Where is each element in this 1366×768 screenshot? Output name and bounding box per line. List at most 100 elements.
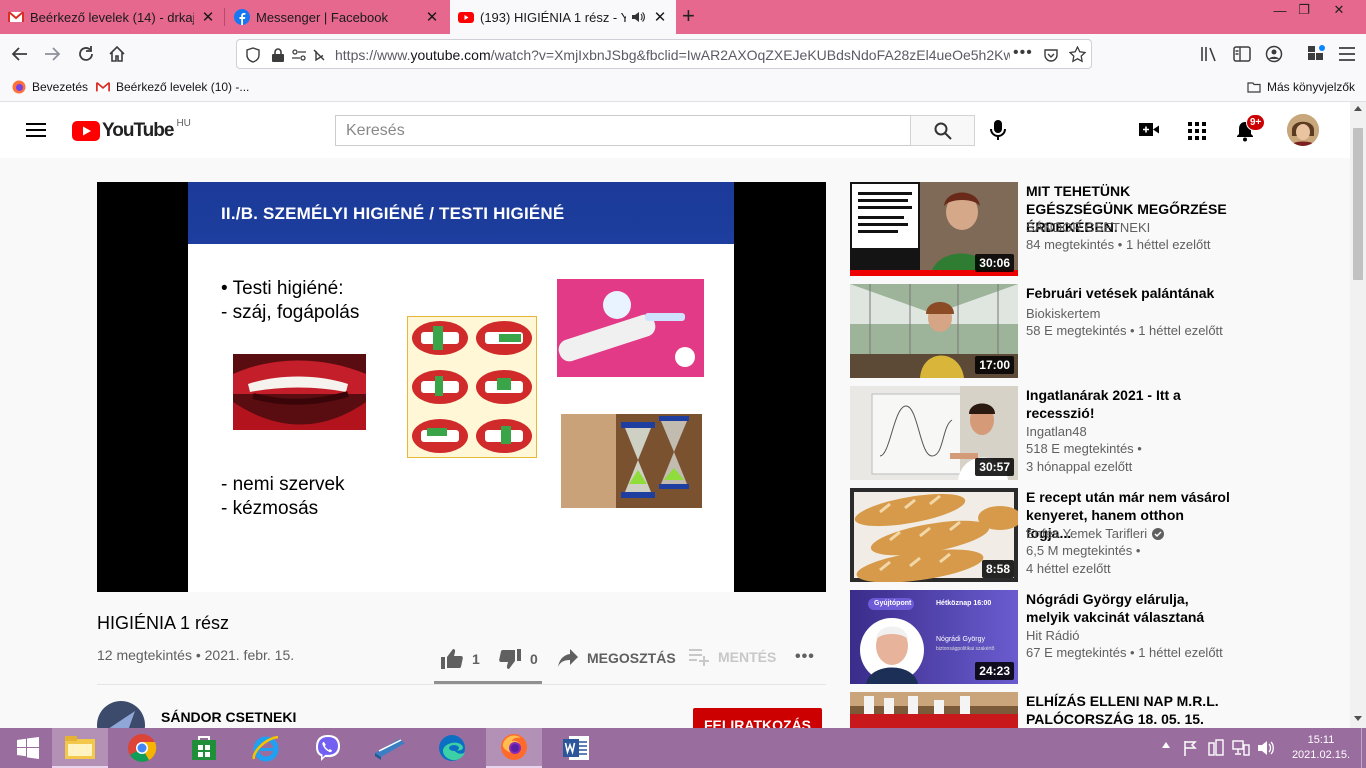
create-video-icon[interactable] <box>1139 122 1159 137</box>
recommendation-title[interactable]: Ingatlanárak 2021 - Itt a recesszió! <box>1026 386 1232 422</box>
channel-avatar[interactable] <box>97 701 145 728</box>
tab-messenger[interactable]: Messenger | Facebook ✕ <box>226 0 448 34</box>
autoplay-blocked-icon[interactable] <box>311 47 327 63</box>
account-icon[interactable] <box>1265 45 1283 63</box>
channel-name[interactable]: SÁNDOR CSETNEKI <box>161 709 296 725</box>
scroll-down-arrow-icon[interactable] <box>1354 716 1362 721</box>
restore-icon[interactable]: ❐ <box>1290 0 1318 20</box>
network-icon[interactable] <box>1232 740 1250 756</box>
home-button[interactable] <box>101 38 133 70</box>
extensions-icon[interactable] <box>1306 44 1326 64</box>
taskbar-word[interactable] <box>548 728 604 768</box>
lock-icon[interactable] <box>271 47 285 63</box>
video-thumbnail[interactable]: 17:00 <box>850 284 1018 378</box>
recommendation-title[interactable]: Februári vetések palántának <box>1026 284 1232 302</box>
video-thumbnail[interactable] <box>850 692 1018 728</box>
taskbar-viber[interactable] <box>300 728 356 768</box>
taskbar-edge[interactable] <box>424 728 480 768</box>
video-thumbnail[interactable]: Gyújtópont Hétköznap 16:00 Nógrádi Györg… <box>850 590 1018 684</box>
taskbar-file-explorer[interactable] <box>52 728 108 768</box>
taskbar-internet-explorer[interactable] <box>238 728 294 768</box>
guide-menu-icon[interactable] <box>26 123 46 137</box>
page-actions-icon[interactable]: ••• <box>1013 44 1033 62</box>
reload-button[interactable] <box>70 38 102 70</box>
avatar[interactable] <box>1287 114 1319 146</box>
search-button[interactable] <box>910 115 975 146</box>
sidebar-icon[interactable] <box>1233 46 1251 62</box>
video-thumbnail[interactable]: 8:58 <box>850 488 1018 582</box>
menu-hamburger-icon[interactable] <box>1338 46 1356 62</box>
url-text[interactable]: https://www.youtube.com/watch?v=XmjIxbnJ… <box>335 47 1010 63</box>
browser-tab-strip: Beérkező levelek (14) - drkajtor ✕ Messe… <box>0 0 1366 34</box>
bookmark-star-icon[interactable] <box>1069 46 1086 63</box>
forward-arrow-icon <box>45 47 61 61</box>
back-button[interactable] <box>4 38 36 70</box>
other-bookmarks[interactable]: Más könyvjelzők <box>1247 80 1355 94</box>
like-button[interactable]: 1 <box>440 648 480 670</box>
folder-icon <box>1247 82 1261 93</box>
recommendation-item[interactable]: ELHÍZÁS ELLENI NAP M.R.L. PALÓCORSZÁG 18… <box>850 692 1350 728</box>
share-button[interactable]: MEGOSZTÁS <box>557 648 676 668</box>
recommendation-meta: 4 héttel ezelőtt <box>1026 561 1111 576</box>
device-icon[interactable] <box>1208 739 1224 757</box>
system-clock[interactable]: 15:11 2021.02.15. <box>1288 733 1354 763</box>
shield-icon[interactable] <box>245 47 261 63</box>
action-flag-icon[interactable] <box>1183 740 1197 756</box>
scrollbar-thumb[interactable] <box>1353 128 1363 280</box>
start-button[interactable] <box>0 728 56 768</box>
other-bookmarks-label: Más könyvjelzők <box>1267 80 1356 94</box>
youtube-logo[interactable]: YouTube HU <box>72 118 191 142</box>
recommendation-channel[interactable]: Biokiskertem <box>1026 306 1100 321</box>
show-desktop-button[interactable] <box>1361 728 1366 768</box>
dislike-button[interactable]: 0 <box>498 648 538 670</box>
speaker-icon[interactable] <box>630 9 646 25</box>
recommendation-title[interactable]: ELHÍZÁS ELLENI NAP M.R.L. PALÓCORSZÁG 18… <box>1026 692 1232 728</box>
video-thumbnail[interactable]: 30:06 <box>850 182 1018 276</box>
recommendation-channel[interactable]: SÁNDOR CSETNEKI <box>1026 220 1150 235</box>
microphone-icon[interactable] <box>990 119 1006 141</box>
close-tab-icon[interactable]: ✕ <box>424 9 440 26</box>
more-actions-icon[interactable]: ••• <box>795 648 815 666</box>
bookmark-gmail[interactable]: Beérkező levelek (10) -... <box>96 80 249 94</box>
video-player[interactable]: II./B. SZEMÉLYI HIGIÉNÉ / TESTI HIGIÉNÉ … <box>97 182 826 592</box>
taskbar-chrome[interactable] <box>114 728 170 768</box>
recommendation-title[interactable]: Nógrádi György elárulja, melyik vakcinát… <box>1026 590 1232 626</box>
tab-gmail[interactable]: Beérkező levelek (14) - drkajtor ✕ <box>0 0 224 34</box>
volume-icon[interactable] <box>1257 740 1275 756</box>
recommendation-item[interactable]: 17:00 Februári vetések palántának Biokis… <box>850 284 1350 378</box>
navigation-toolbar: https://www.youtube.com/watch?v=XmjIxbnJ… <box>0 34 1366 74</box>
recommendation-channel[interactable]: Enfes Yemek Tarifleri <box>1026 526 1165 541</box>
search-input[interactable]: Keresés <box>335 115 911 146</box>
close-tab-icon[interactable]: ✕ <box>652 9 668 26</box>
firefox-icon <box>12 80 26 94</box>
scroll-up-arrow-icon[interactable] <box>1354 106 1362 111</box>
taskbar-store[interactable] <box>176 728 232 768</box>
close-tab-icon[interactable]: ✕ <box>200 9 216 26</box>
recommendation-channel[interactable]: Hit Rádió <box>1026 628 1079 643</box>
slide-title: II./B. SZEMÉLYI HIGIÉNÉ / TESTI HIGIÉNÉ <box>221 204 565 223</box>
notification-badge: 9+ <box>1246 114 1266 131</box>
show-hidden-icons-icon[interactable] <box>1162 742 1170 748</box>
taskbar-scanner-app[interactable] <box>362 728 418 768</box>
thumbnail-person-name: Nógrádi György <box>936 636 986 643</box>
video-thumbnail[interactable]: 30:57 <box>850 386 1018 480</box>
pocket-icon[interactable] <box>1043 47 1059 63</box>
page-scrollbar[interactable] <box>1350 102 1366 728</box>
library-icon[interactable] <box>1200 46 1218 62</box>
apps-grid-icon[interactable] <box>1188 122 1206 140</box>
recommendation-item[interactable]: 30:57 Ingatlanárak 2021 - Itt a recesszi… <box>850 386 1350 480</box>
url-path: /watch?v=XmjIxbnJSbg&fbclid=IwAR2AXOqZXE… <box>490 47 1010 63</box>
permissions-icon[interactable] <box>291 47 307 63</box>
recommendation-channel[interactable]: Ingatlan48 <box>1026 424 1087 439</box>
address-bar[interactable]: https://www.youtube.com/watch?v=XmjIxbnJ… <box>236 39 1092 69</box>
new-tab-icon[interactable]: + <box>682 5 702 27</box>
bookmark-bevezetes[interactable]: Bevezetés <box>12 80 88 94</box>
save-button[interactable]: MENTÉS <box>688 648 776 666</box>
recommendation-item[interactable]: 8:58 E recept után már nem vásárol kenye… <box>850 488 1350 582</box>
close-window-icon[interactable]: ✕ <box>1325 0 1353 20</box>
forward-button[interactable] <box>36 38 68 70</box>
recommendation-item[interactable]: Gyújtópont Hétköznap 16:00 Nógrádi Györg… <box>850 590 1350 684</box>
recommendation-item[interactable]: 30:06 MIT TEHETÜNK EGÉSZSÉGÜNK MEGŐRZÉSE… <box>850 182 1350 276</box>
tab-youtube[interactable]: (193) HIGIÉNIA 1 rész - YouT ✕ <box>450 0 676 34</box>
taskbar-firefox[interactable] <box>486 728 542 768</box>
